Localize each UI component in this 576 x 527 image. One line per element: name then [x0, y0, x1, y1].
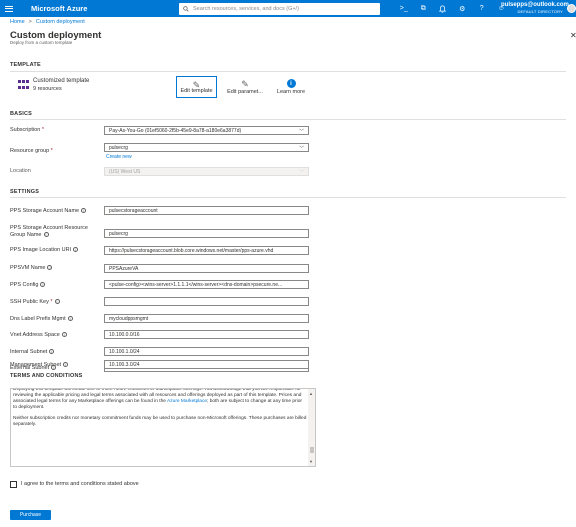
terminal-icon[interactable]: >_ — [394, 0, 414, 17]
chevron-down-icon: ﹀ — [298, 170, 304, 176]
internal-subnet-field[interactable]: 10.100.1.0/24 — [104, 347, 309, 356]
template-resources: 9 resources — [33, 86, 62, 92]
setting-label: Dns Label Prefix Mgmt i — [10, 316, 73, 323]
image-location-uri-field[interactable]: https://pulsecstorageaccount.blob.core.w… — [104, 246, 309, 255]
divider — [10, 119, 566, 120]
menu-icon[interactable] — [0, 0, 17, 17]
info-icon: i — [61, 332, 67, 338]
info-icon: i — [63, 362, 69, 368]
location-select[interactable]: (US) West US ﹀ — [104, 167, 309, 176]
edit-parameters-button[interactable]: ✎ Edit paramet... — [224, 76, 266, 98]
agree-label[interactable]: I agree to the terms and conditions stat… — [21, 481, 139, 487]
resource-group-label: Resource group * — [10, 148, 53, 154]
resource-group-value: pulsecrg — [109, 144, 128, 151]
search-icon — [183, 5, 189, 12]
directory-filter-icon[interactable]: ⧉ — [414, 0, 434, 17]
purchase-button[interactable]: Purchase — [10, 510, 51, 520]
breadcrumb-current[interactable]: Custom deployment — [36, 19, 85, 25]
search-placeholder: Search resources, services, and docs (G+… — [193, 5, 299, 12]
template-icon — [18, 80, 29, 90]
avatar[interactable] — [567, 4, 576, 13]
info-icon: i — [54, 299, 60, 305]
info-icon: i — [40, 282, 46, 288]
management-subnet-field[interactable]: 10.100.3.0/24 — [104, 360, 309, 369]
storage-rg-name-field[interactable]: pulsecrg — [104, 229, 309, 238]
location-label: Location — [10, 168, 31, 174]
pencil-icon: ✎ — [241, 79, 249, 89]
setting-label: PPS Storage Account Name i — [10, 208, 87, 215]
edit-template-button[interactable]: ✎ Edit template — [176, 76, 217, 98]
terms-text: Deploying this template will create one … — [13, 388, 307, 427]
info-icon: i — [73, 247, 79, 253]
page-subtitle: Deploy from a custom template — [10, 40, 73, 45]
chevron-down-icon: ﹀ — [298, 129, 304, 135]
storage-account-name-field[interactable]: pulsecstorageaccount — [104, 206, 309, 215]
scroll-down-icon[interactable]: ▼ — [309, 459, 313, 464]
resource-group-select[interactable]: pulsecrg ﹀ — [104, 143, 309, 152]
info-icon: i — [49, 349, 55, 355]
brand-link[interactable]: Microsoft Azure — [31, 4, 87, 13]
info-icon: i — [286, 79, 296, 88]
info-icon: i — [47, 265, 53, 271]
subscription-label: Subscription * — [10, 127, 44, 133]
search-input[interactable]: Search resources, services, and docs (G+… — [179, 2, 380, 15]
template-name: Customized template — [33, 78, 90, 84]
user-email: pulsepps@outlook.com — [501, 2, 569, 8]
terms-heading: TERMS AND CONDITIONS — [10, 373, 83, 379]
setting-label: Management Subnet i — [10, 362, 69, 369]
setting-label: Internal Subnet i — [10, 349, 55, 356]
scroll-up-icon[interactable]: ▲ — [309, 391, 313, 396]
settings-heading: SETTINGS — [10, 189, 40, 195]
divider — [10, 71, 566, 72]
setting-label: PPS Config i — [10, 282, 46, 289]
account-menu[interactable]: pulsepps@outlook.com DEFAULT DIRECTORY — [501, 2, 569, 14]
setting-label: Vnet Address Space i — [10, 332, 67, 339]
setting-label: SSH Public Key * i — [10, 299, 60, 306]
info-icon: i — [81, 208, 87, 214]
azure-marketplace-link[interactable]: Azure Marketplace — [167, 399, 207, 404]
ppsvm-name-field[interactable]: PPSAzureVA — [104, 264, 309, 273]
vnet-address-space-field[interactable]: 10.100.0.0/16 — [104, 330, 309, 339]
setting-label: PPS Storage Account Resource Group Name i — [10, 225, 88, 238]
user-directory: DEFAULT DIRECTORY — [517, 9, 563, 14]
info-icon: i — [67, 316, 73, 322]
breadcrumb-separator: > — [28, 19, 32, 25]
pencil-icon: ✎ — [192, 80, 201, 90]
breadcrumb: Home > Custom deployment — [10, 19, 85, 25]
subscription-value: Pay-As-You-Go (01ef5060-2f5b-45e9-8a78-a… — [109, 127, 242, 134]
learn-more-button[interactable]: i Learn more — [273, 76, 309, 98]
scroll-thumb[interactable] — [310, 447, 314, 453]
gear-icon[interactable]: ⚙ — [453, 0, 473, 17]
close-icon[interactable]: ✕ — [570, 31, 576, 40]
dns-label-prefix-field[interactable]: mycloudppsmgmt — [104, 314, 309, 323]
info-icon: i — [43, 232, 49, 238]
ssh-public-key-field[interactable] — [104, 297, 309, 306]
setting-label: PPS Image Location URI i — [10, 247, 79, 254]
create-new-link[interactable]: Create new — [106, 154, 132, 160]
learn-more-label: Learn more — [276, 89, 306, 95]
terms-box[interactable]: Deploying this template will create one … — [10, 388, 316, 467]
template-heading: TEMPLATE — [10, 62, 41, 68]
pps-config-field[interactable]: <pulse-config><wins-server>1.1.1.1</wins… — [104, 280, 309, 289]
subscription-select[interactable]: Pay-As-You-Go (01ef5060-2f5b-45e9-8a78-a… — [104, 126, 309, 135]
bell-icon[interactable] — [433, 0, 453, 17]
help-icon[interactable]: ? — [472, 0, 492, 17]
agree-checkbox[interactable] — [10, 481, 17, 488]
divider — [10, 197, 566, 198]
top-bar: Microsoft Azure Search resources, servic… — [0, 0, 576, 17]
setting-label: PPSVM Name i — [10, 265, 53, 272]
terms-scrollbar[interactable]: ▲ ▼ — [308, 389, 315, 466]
location-value: (US) West US — [109, 168, 141, 175]
chevron-down-icon: ﹀ — [298, 146, 304, 152]
basics-heading: BASICS — [10, 111, 32, 117]
breadcrumb-home[interactable]: Home — [10, 19, 25, 25]
